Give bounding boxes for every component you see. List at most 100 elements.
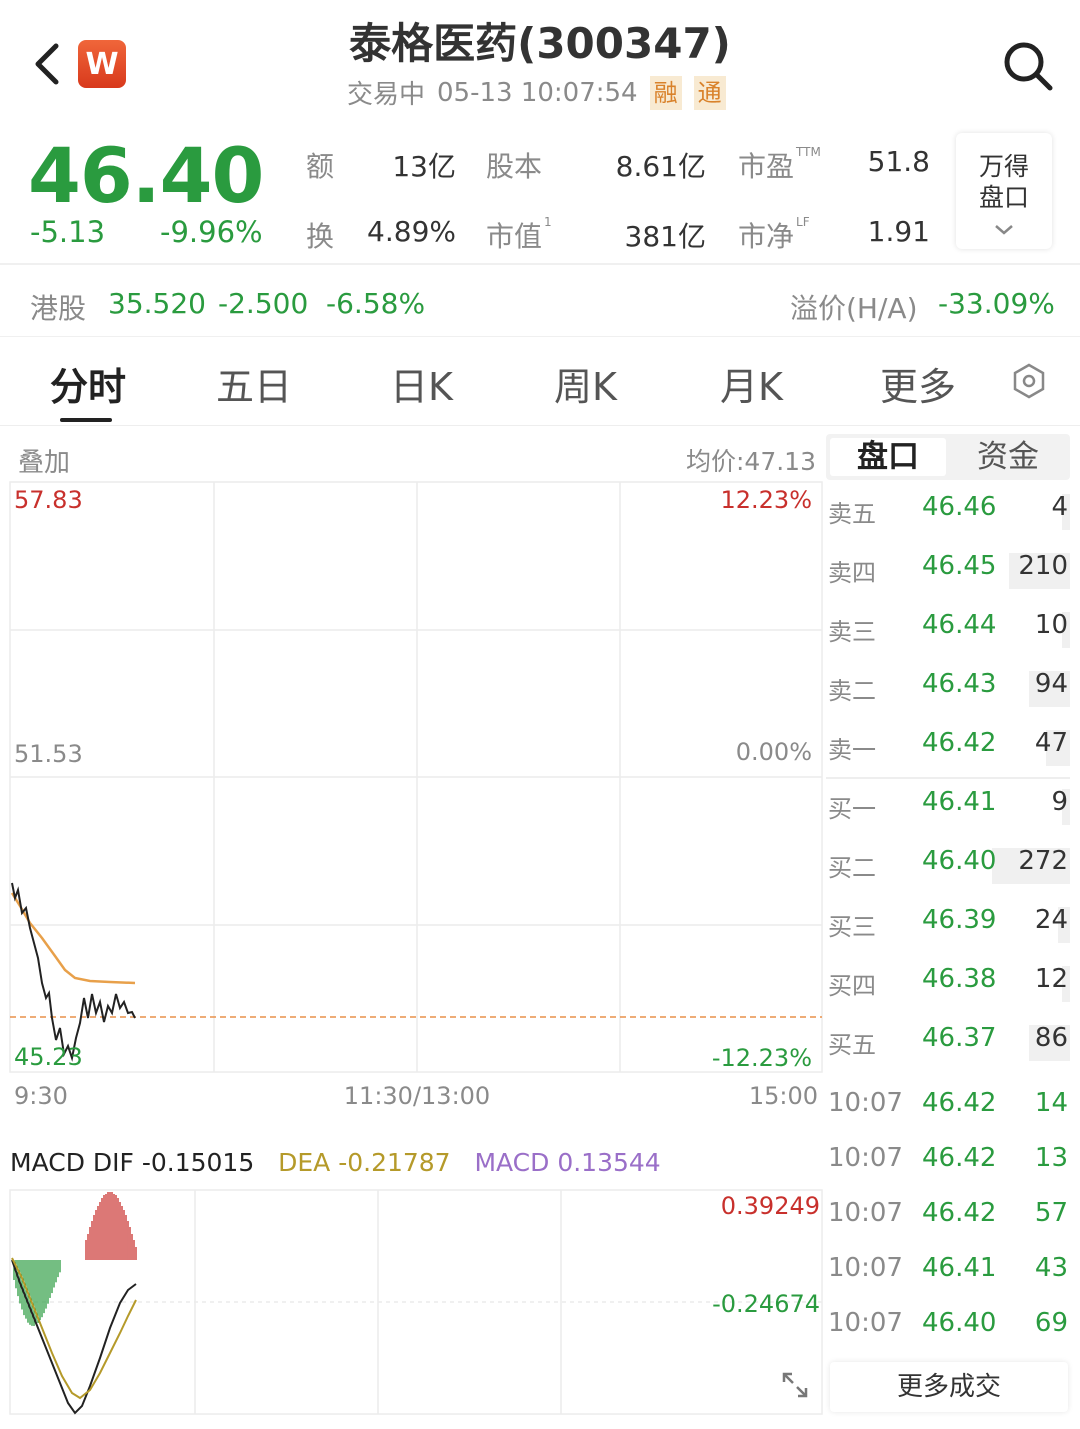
level-volume: 9 — [1051, 787, 1068, 817]
level-price: 46.40 — [922, 846, 997, 876]
bid-row[interactable]: 买四 46.38 12 — [826, 954, 1070, 1012]
hk-change-pct: -6.58% — [326, 287, 426, 320]
tab-weekly-k[interactable]: 周K — [554, 356, 617, 411]
chart-tabs: 分时 五日 日K 周K 月K 更多 — [0, 338, 1080, 426]
turnover-label: 额 — [306, 150, 335, 183]
trade-price: 46.42 — [922, 1088, 997, 1118]
quote-panel: 46.40 -5.13 -9.96% 额 13亿 股本 8.61亿 市盈 TTM … — [0, 125, 1080, 265]
trade-row: 10:07 46.41 43 — [826, 1241, 1070, 1296]
level-label: 卖二 — [828, 677, 876, 705]
level-price: 46.45 — [922, 551, 997, 581]
chart-settings-icon[interactable] — [1010, 362, 1048, 404]
tab-capital-flow[interactable]: 资金 — [950, 438, 1066, 476]
trade-row: 10:07 46.42 57 — [826, 1186, 1070, 1241]
bid-row[interactable]: 买三 46.39 24 — [826, 895, 1070, 953]
quote-datetime: 05-13 10:07:54 — [437, 77, 638, 108]
chevron-down-icon — [956, 213, 1052, 244]
share-capital-label: 股本 — [486, 150, 543, 183]
header: W 泰格医药(300347) 交易中 05-13 10:07:54 融 通 — [0, 0, 1080, 125]
trade-volume: 13 — [1034, 1143, 1068, 1173]
pb-label: 市净 LF — [738, 215, 810, 253]
search-icon[interactable] — [1000, 38, 1056, 94]
level-volume: 24 — [1034, 905, 1068, 935]
trade-time: 10:07 — [828, 1198, 903, 1228]
y-axis-top: 57.83 — [14, 486, 83, 514]
level-price: 46.46 — [922, 492, 997, 522]
trade-volume: 14 — [1034, 1088, 1068, 1118]
macd-grid — [9, 1189, 823, 1415]
trade-time: 10:07 — [828, 1088, 903, 1118]
hk-change: -2.500 — [218, 287, 309, 320]
tab-order-book[interactable]: 盘口 — [830, 438, 946, 476]
macd-legend: MACD DIF -0.15015 DEA -0.21787 MACD 0.13… — [10, 1148, 661, 1177]
level-volume: 210 — [1018, 551, 1068, 581]
x-axis-end: 15:00 — [749, 1082, 818, 1110]
x-axis-start: 9:30 — [14, 1082, 68, 1110]
pct-axis-mid: 0.00% — [736, 738, 812, 766]
more-trades-button[interactable]: 更多成交 — [830, 1362, 1068, 1412]
level-price: 46.42 — [922, 728, 997, 758]
hk-label: 港股 — [30, 292, 87, 325]
bid-row[interactable]: 买五 46.37 86 — [826, 1013, 1070, 1071]
trade-price: 46.42 — [922, 1198, 997, 1228]
pb-value: 1.91 — [867, 215, 930, 248]
bid-row[interactable]: 买一 46.41 9 — [826, 777, 1070, 835]
level-label: 买五 — [828, 1031, 876, 1059]
ask-row[interactable]: 卖二 46.43 94 — [826, 659, 1070, 717]
level-price: 46.39 — [922, 905, 997, 935]
trade-price: 46.42 — [922, 1143, 997, 1173]
premium-label: 溢价(H/A) — [790, 292, 918, 325]
ask-row[interactable]: 卖四 46.45 210 — [826, 541, 1070, 599]
status-line: 交易中 05-13 10:07:54 融 通 — [347, 74, 726, 111]
premium-value: -33.09% — [938, 287, 1055, 320]
level-label: 卖三 — [828, 618, 876, 646]
turnover-value: 13亿 — [392, 150, 456, 183]
ask-row[interactable]: 卖五 46.46 4 — [826, 482, 1070, 540]
pe-label: 市盈 TTM — [738, 145, 821, 183]
book-divider — [826, 777, 1070, 779]
macd-dif-label: MACD DIF -0.15015 — [10, 1148, 255, 1177]
level-label: 买二 — [828, 854, 876, 882]
tab-more[interactable]: 更多 — [880, 356, 956, 411]
level-price: 46.43 — [922, 669, 997, 699]
level-label: 买三 — [828, 913, 876, 941]
wande-order-book-button[interactable]: 万得 盘口 — [956, 133, 1052, 249]
tab-intraday[interactable]: 分时 — [50, 356, 126, 411]
level-price: 46.38 — [922, 964, 997, 994]
hk-share-row[interactable]: 港股 35.520 -2.500 -6.58% 溢价(H/A) -33.09% — [0, 267, 1080, 337]
trade-volume: 43 — [1034, 1253, 1068, 1283]
trade-row: 10:07 46.40 69 — [826, 1296, 1070, 1351]
trade-time: 10:07 — [828, 1143, 903, 1173]
price-change: -5.13 — [30, 215, 106, 249]
market-cap-value: 381亿 — [624, 220, 706, 253]
bid-row[interactable]: 买二 46.40 272 — [826, 836, 1070, 894]
level-volume: 12 — [1034, 964, 1068, 994]
hk-price: 35.520 — [108, 287, 206, 320]
pct-axis-top: 12.23% — [720, 486, 812, 514]
level-volume: 47 — [1034, 728, 1068, 758]
intraday-chart[interactable]: 57.83 51.53 45.23 12.23% 0.00% -12.23% 9… — [0, 428, 826, 1428]
active-tab-indicator — [60, 418, 112, 422]
expand-icon[interactable] — [780, 1370, 810, 1400]
macd-dea-label: DEA -0.21787 — [278, 1148, 451, 1177]
trade-row: 10:07 46.42 13 — [826, 1131, 1070, 1186]
wande-label-2: 盘口 — [978, 183, 1029, 212]
macd-value-label: MACD 0.13544 — [474, 1148, 661, 1177]
ask-row[interactable]: 卖三 46.44 10 — [826, 600, 1070, 658]
order-book-tabs: 盘口 资金 — [826, 434, 1070, 480]
macd-axis-top: 0.39249 — [721, 1192, 820, 1220]
avg-price-line — [10, 892, 136, 985]
market-cap-label: 市值 1 — [486, 215, 552, 253]
tab-daily-k[interactable]: 日K — [390, 356, 453, 411]
trade-time: 10:07 — [828, 1253, 903, 1283]
pct-axis-bottom: -12.23% — [712, 1044, 812, 1072]
tab-five-day[interactable]: 五日 — [216, 356, 292, 411]
level-volume: 4 — [1051, 492, 1068, 522]
level-price: 46.41 — [922, 787, 997, 817]
level-price: 46.37 — [922, 1023, 997, 1053]
trade-time: 10:07 — [828, 1308, 903, 1338]
stock-title: 泰格医药(300347) — [349, 19, 731, 68]
tab-monthly-k[interactable]: 月K — [720, 356, 783, 411]
level-price: 46.44 — [922, 610, 997, 640]
ask-row[interactable]: 卖一 46.42 47 — [826, 718, 1070, 776]
